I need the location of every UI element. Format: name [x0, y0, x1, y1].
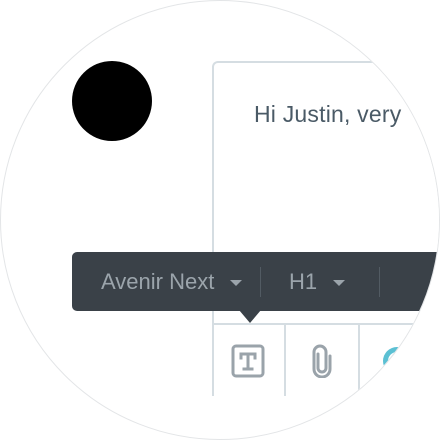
attach-file-button[interactable] [286, 325, 360, 396]
chevron-down-icon [333, 279, 346, 286]
font-family-dropdown[interactable]: Avenir Next [72, 252, 260, 311]
avatar[interactable] [72, 61, 152, 141]
text-format-button[interactable] [212, 325, 286, 396]
text-format-icon [231, 344, 265, 377]
emoji-button[interactable] [360, 325, 420, 396]
paperclip-icon [312, 344, 332, 378]
zoom-frame: Hi Justin, very Avenir Next H1 [0, 0, 440, 440]
emoji-icon [383, 346, 411, 375]
font-family-label: Avenir Next [101, 268, 215, 294]
chevron-down-icon [230, 279, 243, 286]
heading-level-label: H1 [289, 268, 318, 294]
formatting-toolbar: Avenir Next H1 [72, 252, 439, 311]
message-text[interactable]: Hi Justin, very [254, 101, 401, 128]
editor-tools-row [212, 323, 439, 396]
toolbar-divider [379, 266, 380, 297]
screen: Hi Justin, very Avenir Next H1 [0, 0, 440, 440]
heading-level-dropdown[interactable]: H1 [261, 252, 379, 311]
toolbar-pointer [239, 310, 261, 323]
